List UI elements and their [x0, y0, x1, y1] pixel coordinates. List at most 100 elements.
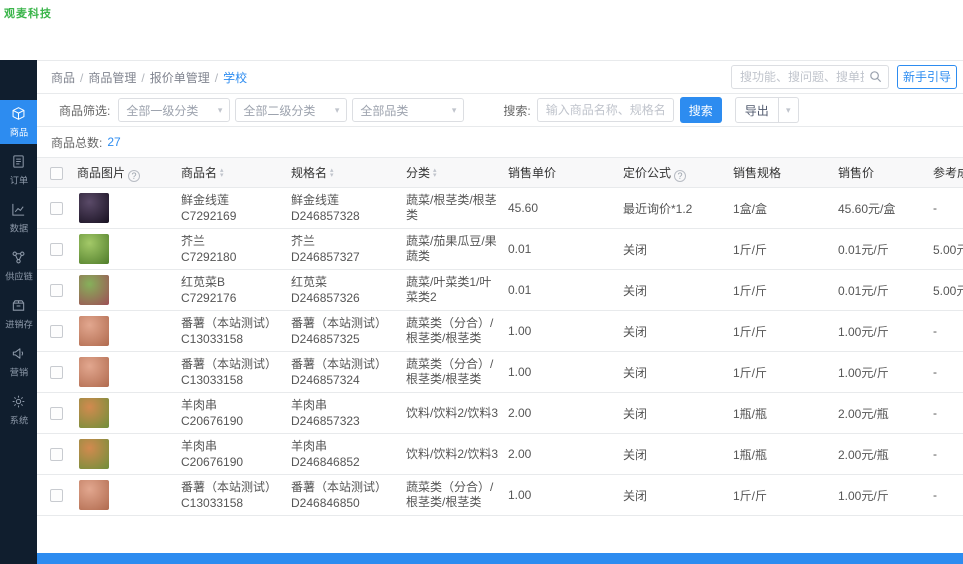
column-header: 商品名: [181, 166, 217, 180]
category-cell: 蔬菜/叶菜类1/叶菜类2: [402, 270, 504, 311]
chevron-down-icon: ▾: [786, 106, 791, 115]
spec-name: 番薯（本站测试）: [291, 315, 398, 331]
help-icon[interactable]: ?: [674, 170, 686, 182]
app-root: 观麦科技 商品 订单 数据 供应链 进销存 营销 系统: [0, 0, 963, 564]
row-checkbox[interactable]: [50, 284, 63, 297]
unit-price-cell: 1.00: [504, 311, 619, 352]
column-header: 参考成本价: [933, 166, 963, 180]
sort-icon[interactable]: ▴▾: [330, 169, 334, 178]
row-checkbox[interactable]: [50, 489, 63, 502]
product-thumbnail[interactable]: [79, 357, 109, 387]
product-table: 商品图片? 商品名▴▾ 规格名▴▾ 分类▴▾ 销售单价 定价公式? 销售规格 销…: [37, 157, 963, 516]
spec-code: D246846852: [291, 454, 398, 470]
search-icon[interactable]: [868, 69, 883, 84]
table-row: 芥兰 C7292180 芥兰 D246857327 蔬菜/茄果瓜豆/果蔬类 0.…: [37, 229, 963, 270]
product-thumbnail[interactable]: [79, 193, 109, 223]
product-table-body: 鲜金线莲 C7292169 鲜金线莲 D246857328 蔬菜/根茎类/根茎类…: [37, 188, 963, 516]
top-header: 观麦科技: [0, 0, 963, 60]
breadcrumb-item-current[interactable]: 学校: [223, 71, 247, 85]
spec-name: 鲜金线莲: [291, 192, 398, 208]
table-row: 红苋菜B C7292176 红苋菜 D246857326 蔬菜/叶菜类1/叶菜类…: [37, 270, 963, 311]
global-search: [731, 65, 889, 89]
sidebar-item-data[interactable]: 数据: [0, 196, 37, 240]
sale-price-cell: 2.00元/瓶: [834, 434, 929, 475]
sidebar-item-marketing[interactable]: 营销: [0, 340, 37, 384]
table-row: 羊肉串 C20676190 羊肉串 D246846852 饮料/饮料2/饮料3 …: [37, 434, 963, 475]
spec-name: 羊肉串: [291, 397, 398, 413]
category-cell: 蔬菜/根茎类/根茎类: [402, 188, 504, 229]
global-search-input[interactable]: [731, 65, 889, 89]
chart-icon: [11, 202, 26, 217]
search-button[interactable]: 搜索: [680, 97, 722, 123]
sidebar-item-system[interactable]: 系统: [0, 388, 37, 432]
sale-spec-cell: 1斤/斤: [729, 270, 834, 311]
spec-name: 芥兰: [291, 233, 398, 249]
product-total-count: 27: [107, 135, 120, 149]
spec-code: D246857328: [291, 208, 398, 224]
breadcrumb-item[interactable]: 商品: [51, 71, 75, 85]
breadcrumb-separator: /: [141, 71, 144, 85]
product-thumbnail[interactable]: [79, 439, 109, 469]
supply-chain-icon: [11, 250, 26, 265]
category-level1-select[interactable]: 全部一级分类 ▾: [118, 98, 230, 122]
column-header: 销售价: [838, 166, 874, 180]
new-user-guide-button[interactable]: 新手引导: [897, 65, 957, 89]
product-name: 红苋菜B: [181, 274, 283, 290]
product-search-input[interactable]: [537, 98, 674, 122]
product-thumbnail[interactable]: [79, 316, 109, 346]
spec-name: 羊肉串: [291, 438, 398, 454]
row-checkbox[interactable]: [50, 407, 63, 420]
row-checkbox[interactable]: [50, 325, 63, 338]
sidebar-item-inventory[interactable]: 进销存: [0, 292, 37, 336]
sale-price-cell: 45.60元/盒: [834, 188, 929, 229]
sidebar-item-orders[interactable]: 订单: [0, 148, 37, 192]
export-dropdown-button[interactable]: ▾: [779, 97, 799, 123]
sort-icon[interactable]: ▴▾: [433, 169, 437, 178]
unit-price-cell: 0.01: [504, 229, 619, 270]
sidebar-item-supply-chain[interactable]: 供应链: [0, 244, 37, 288]
sale-spec-cell: 1斤/斤: [729, 352, 834, 393]
filter-label: 商品筛选:: [59, 102, 110, 119]
row-checkbox[interactable]: [50, 448, 63, 461]
sidebar-item-label: 订单: [9, 172, 27, 186]
product-thumbnail[interactable]: [79, 398, 109, 428]
sort-icon[interactable]: ▴▾: [220, 169, 224, 178]
sidebar-item-goods[interactable]: 商品: [0, 100, 37, 144]
filter-bar: 商品筛选: 全部一级分类 ▾ 全部二级分类 ▾ 全部品类 ▾ 搜索: 搜索 导出…: [37, 94, 963, 127]
row-checkbox[interactable]: [50, 243, 63, 256]
product-code: C13033158: [181, 495, 283, 511]
app-logo: 观麦科技: [4, 5, 52, 21]
pricing-formula-cell: 最近询价*1.2: [619, 188, 729, 229]
spec-name: 番薯（本站测试）: [291, 356, 398, 372]
help-icon[interactable]: ?: [128, 170, 140, 182]
category-level2-select[interactable]: 全部二级分类 ▾: [235, 98, 347, 122]
product-thumbnail[interactable]: [79, 275, 109, 305]
breadcrumb-item[interactable]: 报价单管理: [150, 71, 210, 85]
product-code: C20676190: [181, 413, 283, 429]
table-row: 番薯（本站测试） C13033158 番薯（本站测试） D246846850 蔬…: [37, 475, 963, 516]
column-header: 规格名: [291, 166, 327, 180]
spec-code: D246846850: [291, 495, 398, 511]
spec-name: 红苋菜: [291, 274, 398, 290]
breadcrumb-item[interactable]: 商品管理: [88, 71, 136, 85]
sidebar-item-label: 数据: [9, 220, 27, 234]
row-checkbox[interactable]: [50, 202, 63, 215]
ref-cost-cell: -: [929, 188, 963, 229]
ref-cost-cell: 5.00元: [929, 229, 963, 270]
product-thumbnail[interactable]: [79, 234, 109, 264]
product-thumbnail[interactable]: [79, 480, 109, 510]
inventory-icon: [11, 298, 26, 313]
row-checkbox[interactable]: [50, 366, 63, 379]
unit-price-cell: 2.00: [504, 434, 619, 475]
product-name: 番薯（本站测试）: [181, 315, 283, 331]
sale-spec-cell: 1盒/盒: [729, 188, 834, 229]
export-button[interactable]: 导出: [735, 97, 779, 123]
sidebar-item-label: 系统: [9, 412, 27, 426]
column-header: 分类: [406, 166, 430, 180]
sale-price-cell: 0.01元/斤: [834, 229, 929, 270]
ref-cost-cell: -: [929, 311, 963, 352]
spec-code: D246857326: [291, 290, 398, 306]
select-value: 全部一级分类: [126, 102, 198, 119]
select-all-checkbox[interactable]: [50, 167, 63, 180]
category-type-select[interactable]: 全部品类 ▾: [352, 98, 464, 122]
